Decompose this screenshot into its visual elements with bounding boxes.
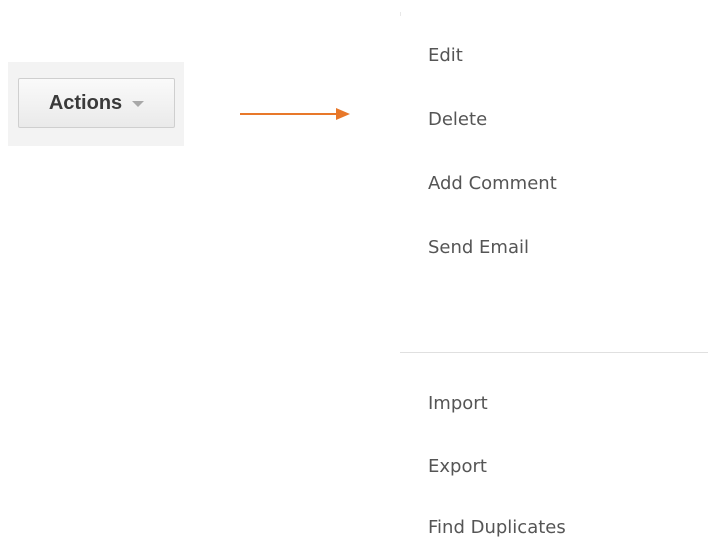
actions-dropdown-button[interactable]: Actions [18, 78, 175, 128]
menu-item-add-comment[interactable]: Add Comment [428, 172, 557, 196]
menu-item-edit[interactable]: Edit [428, 44, 463, 68]
menu-item-import[interactable]: Import [428, 392, 488, 416]
chevron-down-icon [132, 101, 145, 107]
menu-item-export[interactable]: Export [428, 455, 487, 479]
arrow-right-icon [240, 108, 350, 120]
menu-item-delete[interactable]: Delete [428, 108, 487, 132]
actions-button-label: Actions [48, 91, 123, 114]
actions-dropdown-menu: Edit Delete Add Comment Send Email Impor… [400, 0, 708, 558]
menu-edge [400, 12, 401, 16]
menu-item-find-duplicates[interactable]: Find Duplicates [428, 516, 566, 540]
actions-button-container: Actions [8, 62, 184, 146]
menu-divider [400, 352, 708, 353]
menu-item-send-email[interactable]: Send Email [428, 236, 529, 260]
